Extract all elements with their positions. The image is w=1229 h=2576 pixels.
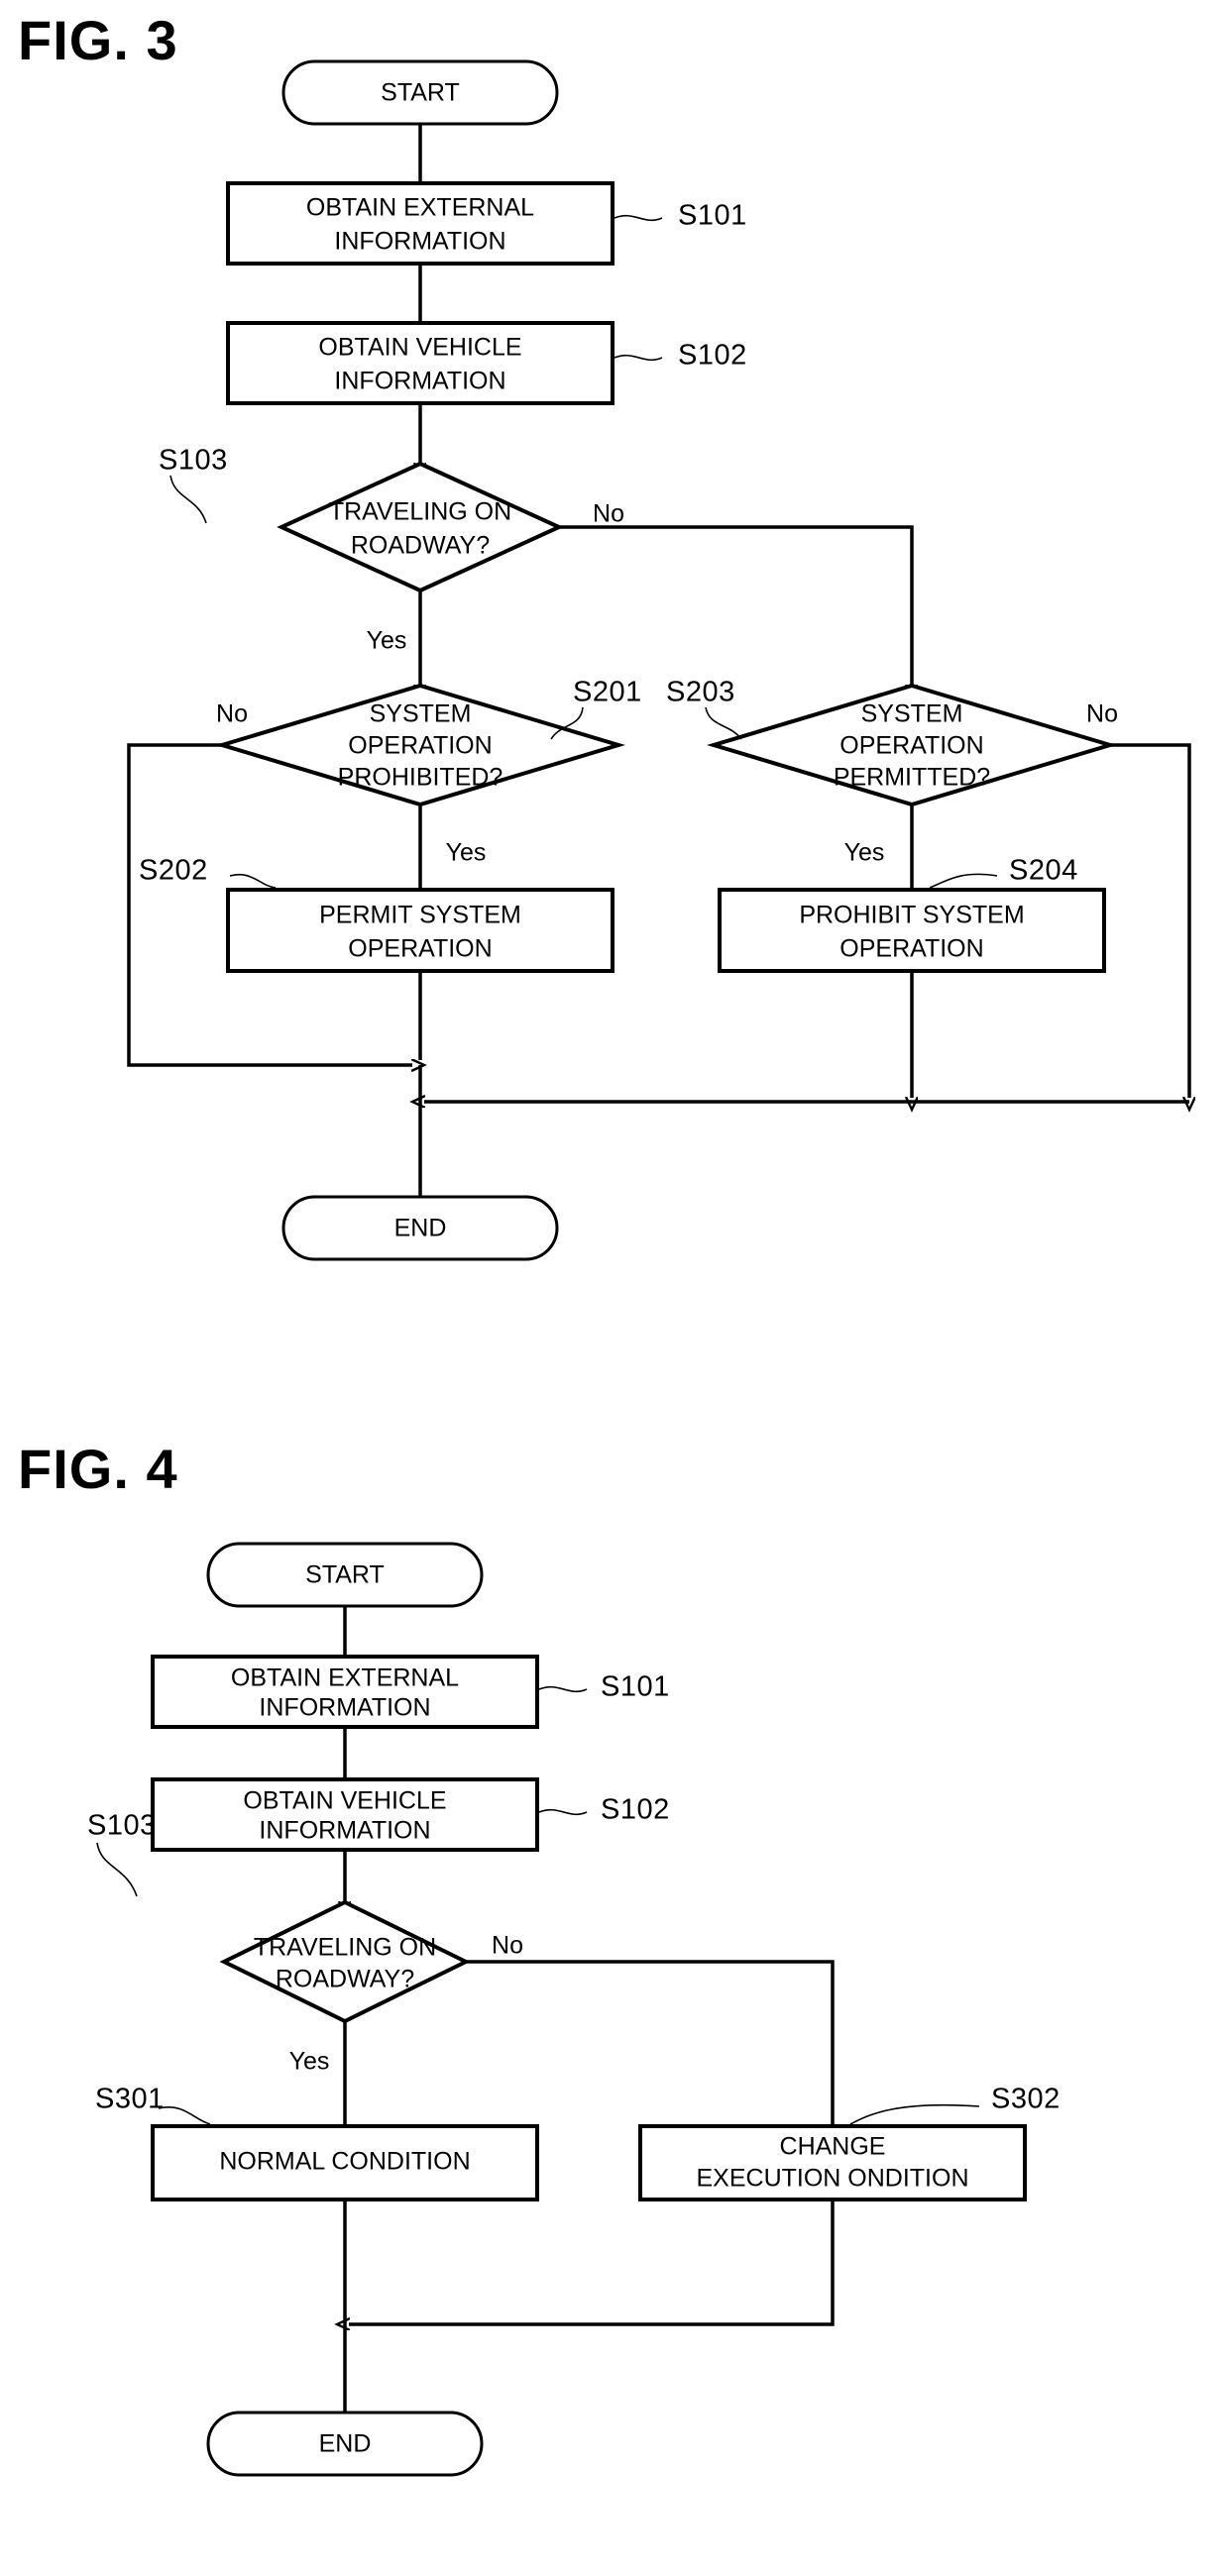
fig3-s203-line3: PERMITTED? [834, 764, 990, 792]
fig3-end-label: END [394, 1215, 447, 1242]
fig4-step-label-s301-group: S301 [95, 2084, 211, 2125]
fig4-step-label-s101: S101 [601, 1671, 670, 1703]
fig3-node-s202: PERMIT SYSTEM OPERATION [226, 888, 614, 973]
connector-s103-no-to-s302 [466, 1960, 833, 2126]
fig4-end-label: END [319, 2430, 372, 2458]
fig4-step-label-s302: S302 [991, 2084, 1061, 2115]
fig3-step-label-s202: S202 [139, 855, 208, 887]
fig4-s102-line2: INFORMATION [259, 1817, 430, 1845]
fig4-s102-line1: OBTAIN VEHICLE [243, 1787, 446, 1815]
fig4-step-label-s102-group: S102 [538, 1794, 670, 1826]
fig3-s201-line1: SYSTEM [370, 700, 472, 728]
fig4-s302-line2: EXECUTION ONDITION [696, 2165, 968, 2193]
fig3-s203-line1: SYSTEM [861, 700, 963, 728]
fig3-node-end: END [281, 1195, 559, 1261]
fig4-branch-s103-no: No [492, 1932, 523, 1960]
fig3-step-label-s102: S102 [678, 340, 747, 372]
fig4-step-label-s103: S103 [87, 1810, 157, 1842]
fig4-step-label-s101-group: S101 [538, 1671, 670, 1703]
fig4-node-s301: NORMAL CONDITION [151, 2124, 539, 2201]
fig3-step-label-s102-group: S102 [614, 340, 747, 372]
fig3-node-s102: OBTAIN VEHICLE INFORMATION [226, 321, 614, 405]
fig3-step-label-s204: S204 [1009, 855, 1078, 887]
fig3-s101-line2: INFORMATION [334, 228, 505, 256]
fig4-step-label-s103-group: S103 [87, 1810, 157, 1897]
fig3-step-label-s201: S201 [573, 677, 642, 708]
fig3-s204-line1: PROHIBIT SYSTEM [799, 902, 1024, 929]
fig3-start-label: START [381, 79, 460, 107]
fig3-step-label-s202-group: S202 [139, 855, 277, 889]
connector-s302-to-merge [349, 2200, 835, 2324]
fig3-s201-line2: OPERATION [348, 732, 492, 760]
fig3-branch-s103-yes: Yes [367, 627, 407, 655]
fig3-step-label-s203-group: S203 [666, 677, 742, 740]
fig3-s201-line3: PROHIBITED? [338, 764, 503, 792]
fig4-node-s102: OBTAIN VEHICLE INFORMATION [151, 1777, 539, 1852]
figure-4-flowchart: START OBTAIN EXTERNAL INFORMATION S101 O… [87, 1542, 1061, 2477]
fig3-node-start: START [281, 59, 559, 126]
fig3-node-s204: PROHIBIT SYSTEM OPERATION [718, 888, 1106, 973]
fig3-s202-line1: PERMIT SYSTEM [319, 902, 521, 929]
fig4-node-start: START [206, 1542, 484, 1608]
fig3-branch-s203-no: No [1086, 700, 1118, 728]
fig3-s101-line1: OBTAIN EXTERNAL [306, 194, 534, 222]
fig4-s301-label: NORMAL CONDITION [219, 2148, 470, 2176]
fig3-branch-s203-yes: Yes [844, 839, 885, 867]
fig3-node-s101: OBTAIN EXTERNAL INFORMATION [226, 181, 614, 266]
fig4-step-label-s302-group: S302 [849, 2084, 1061, 2125]
fig3-branch-s201-yes: Yes [446, 839, 487, 867]
figure-3-sheet: FIG. 3 START OBTAIN EXTERNAL INFORMATION… [0, 0, 1229, 1367]
fig4-s101-line2: INFORMATION [259, 1694, 430, 1722]
fig4-s101-line1: OBTAIN EXTERNAL [231, 1664, 459, 1692]
fig3-step-label-s203: S203 [666, 677, 735, 708]
figure-3-flowchart: START OBTAIN EXTERNAL INFORMATION S101 O… [127, 59, 1229, 1261]
figure-4-sheet: FIG. 4 START OBTAIN EXTERNAL INFORMATION… [0, 1367, 1229, 2576]
fig4-node-end: END [206, 2411, 484, 2477]
fig4-branch-s103-yes: Yes [289, 2048, 330, 2076]
fig4-node-s302: CHANGE EXECUTION ONDITION [638, 2124, 1027, 2201]
fig3-step-label-s101-group: S101 [614, 200, 747, 232]
fig4-s302-line1: CHANGE [780, 2133, 886, 2161]
fig3-s203-line2: OPERATION [839, 732, 983, 760]
fig3-step-label-s204-group: S204 [929, 855, 1078, 889]
fig4-start-label: START [305, 1561, 385, 1589]
fig3-branch-s103-no: No [593, 500, 624, 528]
fig3-s202-line2: OPERATION [348, 935, 492, 963]
fig3-s103-line1: TRAVELING ON [329, 498, 511, 526]
fig3-s204-line2: OPERATION [839, 935, 983, 963]
fig4-node-s101: OBTAIN EXTERNAL INFORMATION [151, 1655, 539, 1729]
fig3-step-label-s103-group: S103 [159, 445, 228, 524]
fig3-branch-s201-no: No [216, 700, 248, 728]
fig4-s103-line1: TRAVELING ON [254, 1934, 436, 1962]
fig3-node-s201: SYSTEM OPERATION PROHIBITED? [215, 683, 625, 807]
fig3-step-label-s101: S101 [678, 200, 747, 232]
fig3-node-s103: TRAVELING ON ROADWAY? [277, 461, 564, 593]
fig3-s102-line2: INFORMATION [334, 368, 505, 395]
fig4-step-label-s301: S301 [95, 2084, 165, 2115]
fig4-step-label-s102: S102 [601, 1794, 670, 1826]
fig3-step-label-s103: S103 [159, 445, 228, 477]
fig3-s103-line2: ROADWAY? [351, 532, 490, 560]
fig3-node-s203: SYSTEM OPERATION PERMITTED? [707, 683, 1117, 807]
fig3-s102-line1: OBTAIN VEHICLE [318, 334, 521, 362]
connector-s103-no-to-s203 [559, 525, 912, 686]
fig4-node-s103: TRAVELING ON ROADWAY? [219, 1899, 471, 2024]
fig4-s103-line2: ROADWAY? [276, 1966, 414, 1993]
